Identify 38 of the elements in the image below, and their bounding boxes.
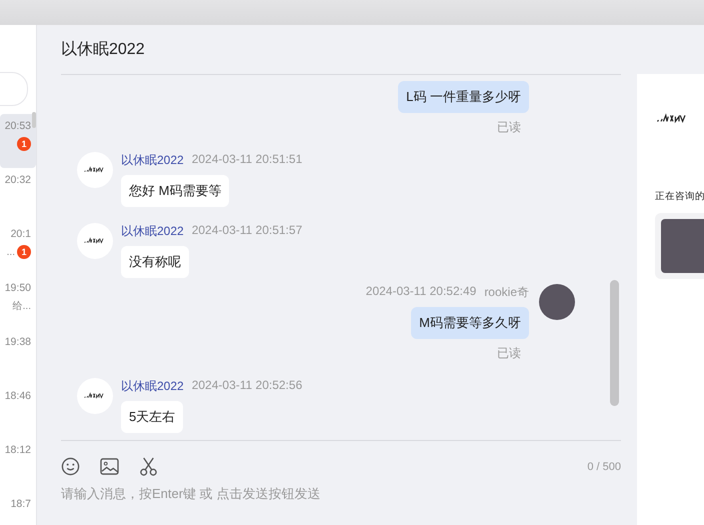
section-heading: 正在咨询的	[655, 190, 704, 203]
conversation-item[interactable]: 20:1 ... 1	[0, 222, 36, 276]
avatar-logo	[77, 223, 113, 259]
conversation-item[interactable]: 18:46	[0, 384, 36, 438]
message-time: 2024-03-11 20:51:57	[192, 223, 302, 239]
message-bubble: M码需要等多久呀	[411, 307, 529, 339]
conversation-item[interactable]: 18:7	[0, 492, 36, 525]
conversation-item[interactable]: 19:50 给...	[0, 276, 36, 330]
avatar-logo	[77, 152, 113, 188]
avatar-photo	[539, 284, 575, 320]
chat-title: 以休眠2022	[61, 40, 145, 60]
message-bubble: 5天左右	[121, 401, 184, 433]
read-status: 已读	[497, 119, 521, 136]
sender-name: rookie奇	[484, 284, 529, 301]
sender-name: 以休眠2022	[121, 378, 184, 395]
message-bubble: 您好 M码需要等	[121, 175, 230, 207]
avatar-logo	[77, 378, 113, 414]
message-time: 2024-03-11 20:51:51	[192, 152, 302, 168]
conversation-item[interactable]: 20:53 1	[0, 114, 36, 168]
photo-placeholder	[661, 219, 704, 273]
scrollbar[interactable]	[610, 280, 619, 406]
message-bubble: 没有称呢	[121, 246, 189, 278]
image-icon[interactable]	[100, 458, 119, 475]
conversation-item[interactable]: 19:38	[0, 330, 36, 384]
read-status: 已读	[497, 345, 521, 362]
unread-count: 1	[17, 245, 31, 259]
unread-count: 1	[17, 137, 31, 151]
message-time: 2024-03-11 20:52:49	[366, 284, 476, 300]
scissors-icon[interactable]	[139, 457, 158, 476]
message-input[interactable]: 请输入消息，按Enter键 或 点击发送按钮发送	[61, 483, 621, 503]
conversation-item[interactable]: 20:32	[0, 168, 36, 222]
message-bubble: L码 一件重量多少呀	[398, 81, 529, 113]
conversation-item[interactable]: 18:12	[0, 438, 36, 492]
message-time: 2024-03-11 20:52:56	[192, 378, 302, 394]
character-counter: 0 / 500	[587, 460, 621, 472]
emoji-icon[interactable]	[61, 457, 80, 476]
sender-name: 以休眠2022	[121, 152, 184, 169]
sender-name: 以休眠2022	[121, 223, 184, 240]
